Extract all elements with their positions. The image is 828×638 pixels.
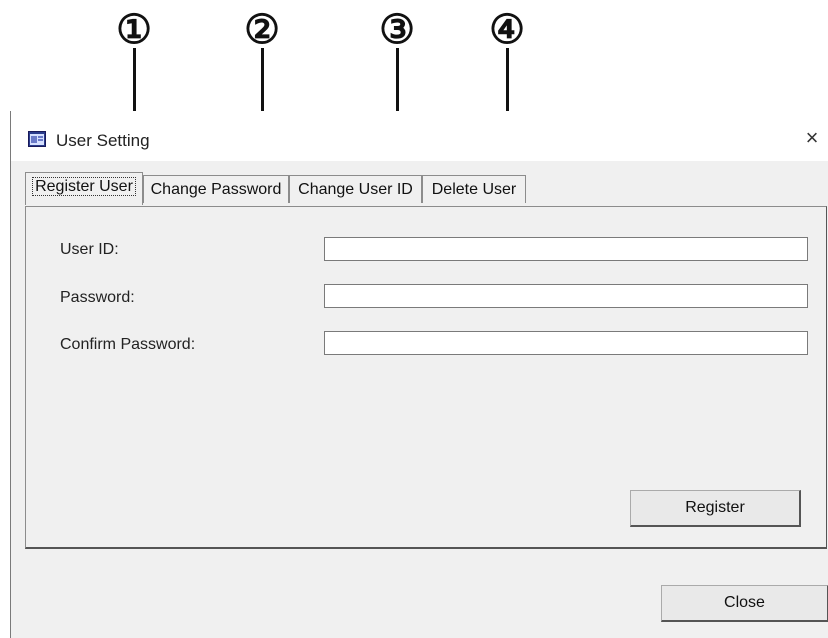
password-label: Password: — [60, 289, 135, 306]
close-button[interactable]: Close — [661, 585, 828, 622]
tab-register-user-label: Register User — [32, 177, 136, 196]
title-bar: User Setting × — [11, 111, 828, 161]
tab-delete-user-label: Delete User — [431, 181, 517, 198]
callout-1: ① — [116, 8, 152, 52]
window-title: User Setting — [56, 131, 150, 150]
user-id-label: User ID: — [60, 241, 119, 258]
user-id-field[interactable] — [324, 237, 808, 261]
callout-3: ③ — [379, 8, 415, 52]
confirm-password-label: Confirm Password: — [60, 336, 196, 353]
register-user-panel: User ID: Password: Confirm Password: Reg… — [25, 206, 827, 549]
tab-delete-user[interactable]: Delete User — [422, 175, 526, 203]
callout-4: ④ — [489, 8, 525, 52]
tab-change-user-id[interactable]: Change User ID — [289, 175, 422, 203]
app-icon — [28, 131, 46, 147]
callout-2: ② — [244, 8, 280, 52]
confirm-password-field[interactable] — [324, 331, 808, 355]
close-icon[interactable]: × — [801, 125, 823, 151]
user-setting-dialog: User Setting × Register User Change Pass… — [10, 111, 828, 638]
tab-change-user-id-label: Change User ID — [298, 181, 413, 198]
register-button[interactable]: Register — [630, 490, 801, 527]
tab-change-password[interactable]: Change Password — [143, 175, 289, 203]
tab-register-user[interactable]: Register User — [25, 172, 143, 205]
tab-change-password-label: Change Password — [150, 181, 282, 198]
password-field[interactable] — [324, 284, 808, 308]
